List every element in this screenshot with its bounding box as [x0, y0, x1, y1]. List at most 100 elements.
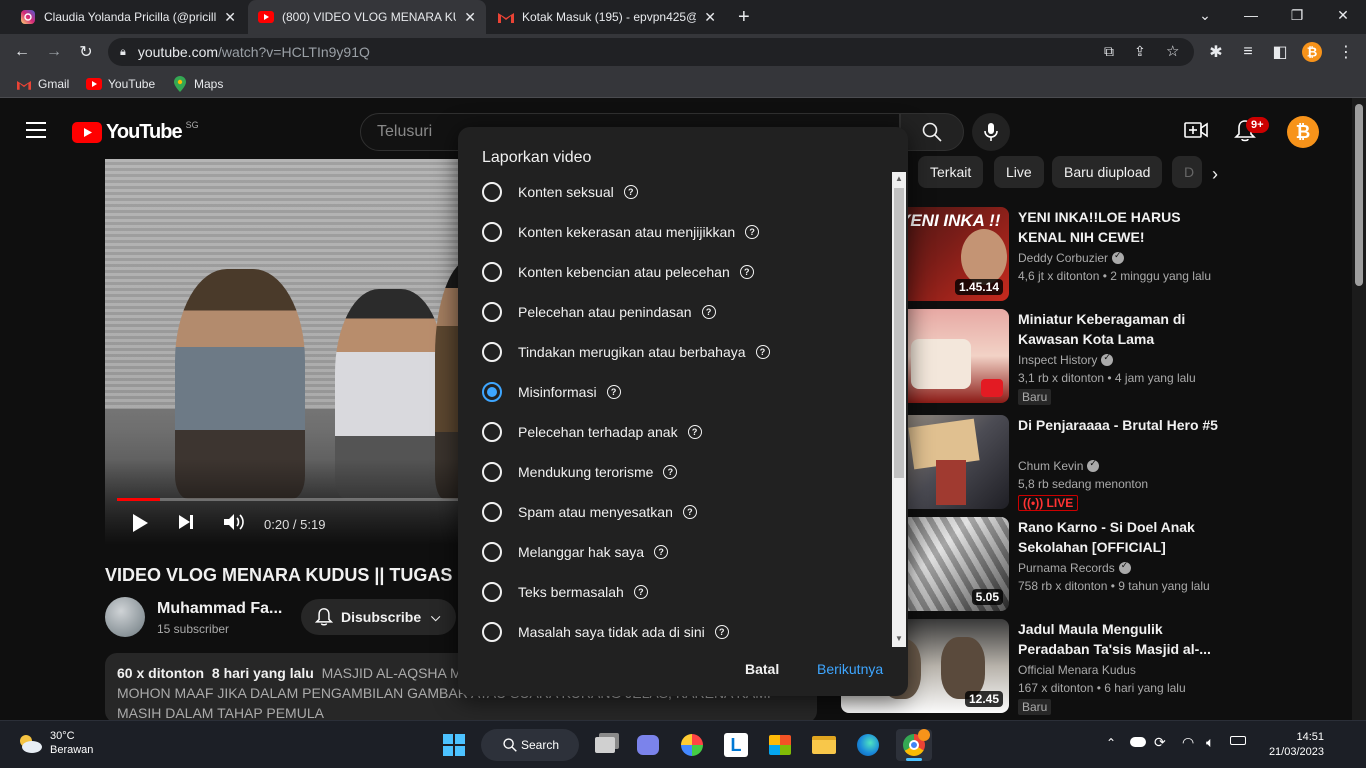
channel-avatar[interactable] [105, 597, 145, 637]
file-explorer-icon[interactable] [808, 729, 840, 761]
report-option[interactable]: Mendukung terorisme? [482, 460, 678, 484]
microsoft-store-icon[interactable] [764, 729, 796, 761]
chevron-right-icon[interactable]: › [1212, 164, 1218, 185]
youtube-logo[interactable]: YouTube SG [72, 120, 199, 144]
taskbar-clock[interactable]: 14:51 21/03/2023 [1258, 730, 1324, 760]
menu-dots-icon[interactable]: ⋮ [1334, 40, 1358, 64]
bookmark-gmail[interactable]: Gmail [16, 76, 69, 92]
help-icon[interactable]: ? [687, 425, 702, 439]
radio-button[interactable] [482, 542, 502, 562]
radio-button[interactable] [482, 382, 502, 402]
dialog-scrollbar[interactable]: ▲ ▼ [892, 172, 906, 647]
search-button[interactable] [900, 113, 964, 151]
chrome-icon[interactable] [896, 729, 932, 761]
recommendation-item[interactable]: Miniatur Keberagaman di Kawasan Kota Lam… [841, 309, 1351, 409]
play-icon[interactable] [131, 513, 149, 533]
report-option[interactable]: Tindakan merugikan atau berbahaya? [482, 340, 770, 364]
teams-chat-icon[interactable] [632, 729, 664, 761]
help-icon[interactable]: ? [682, 505, 697, 519]
bitcoin-extension-icon[interactable]: ₿ [1300, 40, 1324, 64]
next-video-icon[interactable] [177, 513, 195, 531]
help-icon[interactable]: ? [654, 545, 669, 559]
scroll-up-icon[interactable]: ▲ [895, 174, 903, 183]
radio-button[interactable] [482, 222, 502, 242]
close-icon[interactable]: ✕ [704, 9, 716, 26]
report-option[interactable]: Spam atau menyesatkan? [482, 500, 697, 524]
task-view-icon[interactable] [589, 729, 621, 761]
recommendation-item[interactable]: YENI INKA !! 1.45.14 YENI INKA!!LOE HARU… [841, 207, 1351, 307]
report-option[interactable]: Pelecehan atau penindasan? [482, 300, 716, 324]
bookmark-youtube[interactable]: YouTube [86, 76, 155, 92]
volume-icon[interactable]: 🔈︎ [1206, 734, 1214, 751]
cancel-button[interactable]: Batal [745, 661, 779, 677]
share-icon[interactable]: ⇪ [1134, 43, 1146, 60]
cloud-icon[interactable] [1130, 737, 1146, 747]
close-icon[interactable]: ✕ [224, 9, 236, 26]
report-option[interactable]: Konten kebencian atau pelecehan? [482, 260, 754, 284]
dialog-scrollbar-thumb[interactable] [894, 188, 904, 478]
forward-icon[interactable]: → [42, 40, 66, 64]
help-icon[interactable]: ? [663, 465, 678, 479]
tab-youtube[interactable]: (800) VIDEO VLOG MENARA KUD ✕ [248, 0, 486, 34]
wifi-icon[interactable]: ◠ [1182, 734, 1194, 751]
restore-icon[interactable]: ❐ [1274, 0, 1320, 30]
minimize-icon[interactable]: — [1228, 0, 1274, 30]
help-icon[interactable]: ? [701, 305, 716, 319]
side-panel-icon[interactable]: ◧ [1268, 40, 1292, 64]
chip-terkait[interactable]: Terkait [918, 156, 984, 188]
radio-button[interactable] [482, 462, 502, 482]
report-option[interactable]: Misinformasi? [482, 380, 621, 404]
next-button[interactable]: Berikutnya [817, 661, 883, 677]
weather-widget[interactable]: 30°C Berawan [16, 729, 93, 757]
help-icon[interactable]: ? [633, 585, 648, 599]
report-option[interactable]: Konten kekerasan atau menjijikkan? [482, 220, 760, 244]
reading-list-icon[interactable]: ≡ [1236, 40, 1260, 64]
help-icon[interactable]: ? [606, 385, 621, 399]
windows-start-icon[interactable] [438, 729, 470, 761]
window-close-icon[interactable]: ✕ [1320, 0, 1366, 30]
help-icon[interactable]: ? [714, 625, 729, 639]
radio-button[interactable] [482, 262, 502, 282]
help-icon[interactable]: ? [739, 265, 754, 279]
l-app-icon[interactable]: L [720, 729, 752, 761]
recommendation-item[interactable]: 5.05 Rano Karno - Si Doel Anak Sekolahan… [841, 517, 1351, 617]
radio-button[interactable] [482, 502, 502, 522]
recommendation-item[interactable]: 12.45 Jadul Maula Mengulik Peradaban Ta'… [841, 619, 1351, 719]
report-option[interactable]: Konten seksual? [482, 180, 638, 204]
radio-button[interactable] [482, 422, 502, 442]
radio-button[interactable] [482, 582, 502, 602]
extensions-icon[interactable]: ✱ [1204, 40, 1228, 64]
report-option[interactable]: Teks bermasalah? [482, 580, 648, 604]
volume-icon[interactable] [223, 513, 245, 531]
sync-icon[interactable]: ⟳ [1154, 734, 1166, 751]
open-in-app-icon[interactable]: ⧉ [1104, 43, 1114, 60]
chip-live[interactable]: Live [994, 156, 1044, 188]
subscribed-button[interactable]: Disubscribe ⌵ [301, 599, 456, 635]
report-option[interactable]: Masalah saya tidak ada di sini? [482, 620, 729, 644]
radio-button[interactable] [482, 342, 502, 362]
bookmark-maps[interactable]: Maps [172, 76, 223, 92]
chip-more[interactable]: D [1172, 156, 1202, 188]
bookmark-star-icon[interactable]: ☆ [1166, 42, 1179, 60]
battery-icon[interactable] [1230, 736, 1246, 745]
report-option[interactable]: Pelecehan terhadap anak? [482, 420, 702, 444]
back-icon[interactable]: ← [10, 40, 34, 64]
account-avatar[interactable]: ₿ [1287, 116, 1319, 153]
voice-search-button[interactable] [972, 113, 1010, 151]
chip-baru-diupload[interactable]: Baru diupload [1052, 156, 1163, 188]
report-option[interactable]: Melanggar hak saya? [482, 540, 669, 564]
app-icon[interactable] [676, 729, 708, 761]
radio-button[interactable] [482, 302, 502, 322]
page-scrollbar-thumb[interactable] [1355, 104, 1363, 286]
page-scrollbar[interactable] [1352, 98, 1366, 720]
taskbar-search[interactable]: Search [481, 729, 579, 761]
channel-name[interactable]: Muhammad Fa... [157, 600, 282, 618]
recommendation-item[interactable]: Di Penjaraaaa - Brutal Hero #5 Chum Kevi… [841, 415, 1351, 515]
chevron-up-icon[interactable]: ⌃ [1106, 736, 1116, 750]
close-icon[interactable]: ✕ [464, 9, 476, 26]
reload-icon[interactable]: ↻ [74, 40, 98, 64]
tab-gmail[interactable]: Kotak Masuk (195) - epvpn425@ ✕ [488, 0, 726, 34]
scroll-down-icon[interactable]: ▼ [895, 634, 903, 643]
help-icon[interactable]: ? [755, 345, 770, 359]
edge-icon[interactable] [852, 729, 884, 761]
